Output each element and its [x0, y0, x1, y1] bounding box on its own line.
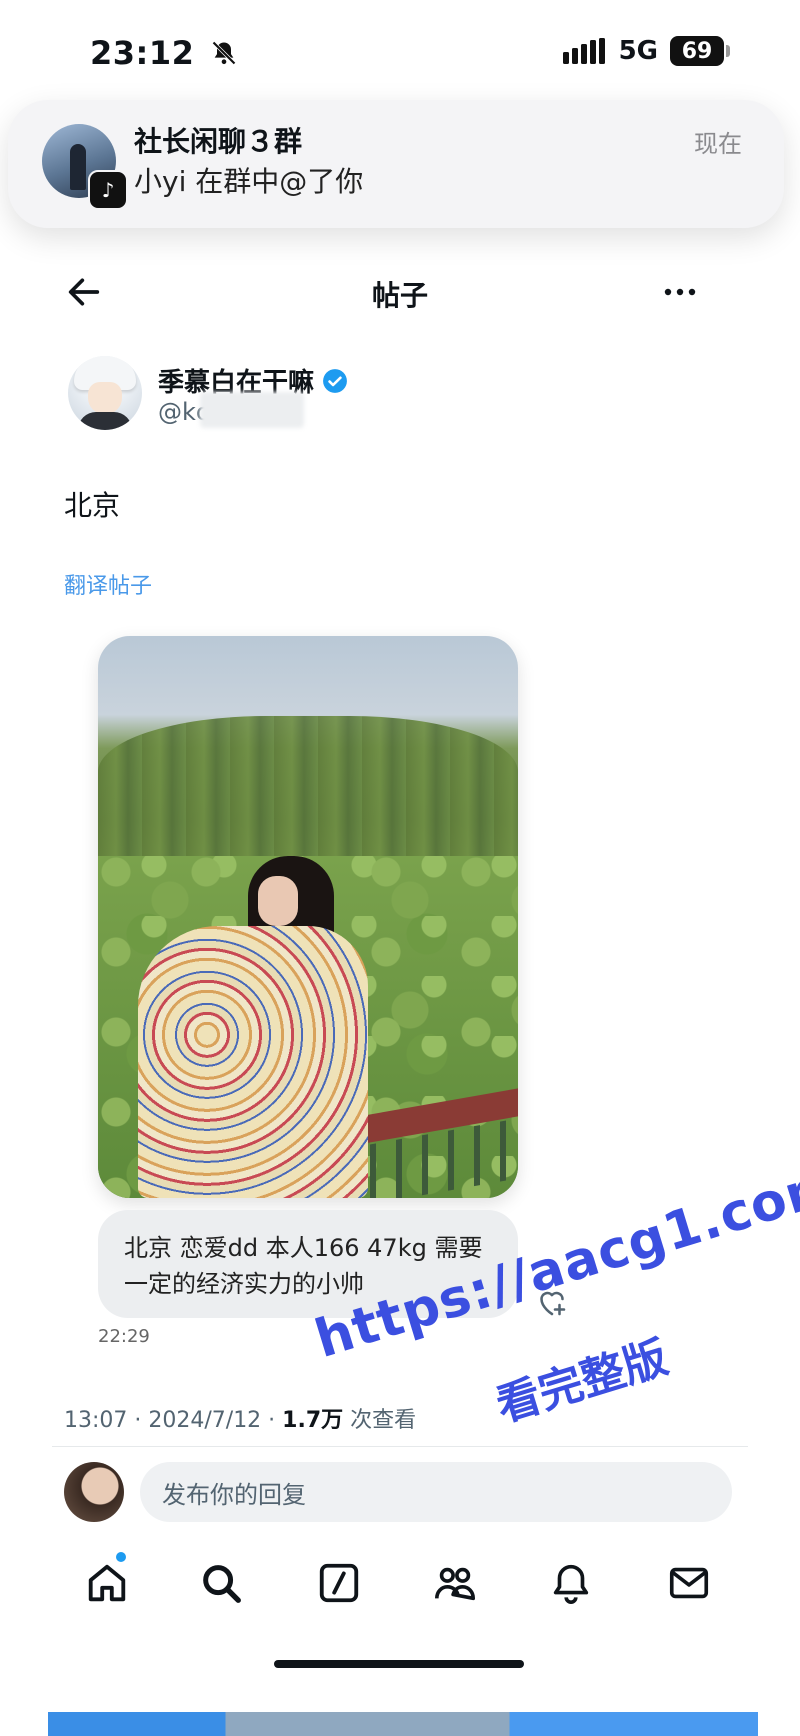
tiktok-app-icon: ♪	[88, 170, 128, 210]
author-avatar[interactable]	[68, 356, 142, 430]
mute-bell-icon	[212, 41, 236, 65]
watermark-caption: 看完整版	[490, 1331, 674, 1433]
post-text: 北京	[64, 489, 121, 522]
signal-icon	[562, 38, 605, 64]
notifications-icon[interactable]	[548, 1560, 594, 1606]
notification-title: 社长闲聊３群	[134, 125, 303, 158]
more-options-icon[interactable]	[660, 272, 700, 312]
views-label: 次查看	[343, 1408, 417, 1433]
current-user-avatar	[64, 1462, 124, 1522]
translate-post-link[interactable]: 翻译帖子	[64, 568, 152, 600]
verified-badge-icon	[323, 368, 347, 393]
post-photo[interactable]	[98, 636, 518, 1198]
post-timestamp: 13:07 · 2024/7/12 ·	[64, 1408, 283, 1433]
home-notification-dot	[116, 1552, 126, 1562]
search-icon[interactable]	[198, 1560, 244, 1606]
notification-time: 现在	[694, 130, 742, 158]
status-time: 23:12	[90, 34, 238, 72]
messages-icon[interactable]	[666, 1560, 712, 1606]
status-time-text: 23:12	[90, 34, 195, 72]
status-indicators: 5G 69	[562, 36, 730, 66]
reply-input[interactable]: 发布你的回复	[140, 1462, 732, 1522]
notification-banner[interactable]: ♪ 社长闲聊３群 小yi 在群中@了你 现在	[8, 100, 784, 228]
compose-icon[interactable]	[316, 1560, 362, 1606]
handle-redaction	[200, 392, 304, 428]
notification-message: 小yi 在群中@了你	[134, 165, 364, 198]
home-icon[interactable]	[84, 1560, 130, 1606]
message-time: 22:29	[98, 1326, 150, 1347]
post-meta: 13:07 · 2024/7/12 · 1.7万 次查看	[64, 1402, 416, 1434]
reply-placeholder: 发布你的回复	[162, 1480, 306, 1509]
views-count: 1.7万	[282, 1408, 344, 1433]
communities-icon[interactable]	[432, 1560, 478, 1606]
battery-icon: 69	[670, 36, 730, 66]
network-type: 5G	[618, 36, 658, 66]
bottom-banner-strip	[48, 1712, 758, 1736]
battery-level: 69	[670, 36, 724, 66]
home-indicator	[274, 1660, 524, 1668]
divider	[52, 1446, 748, 1447]
